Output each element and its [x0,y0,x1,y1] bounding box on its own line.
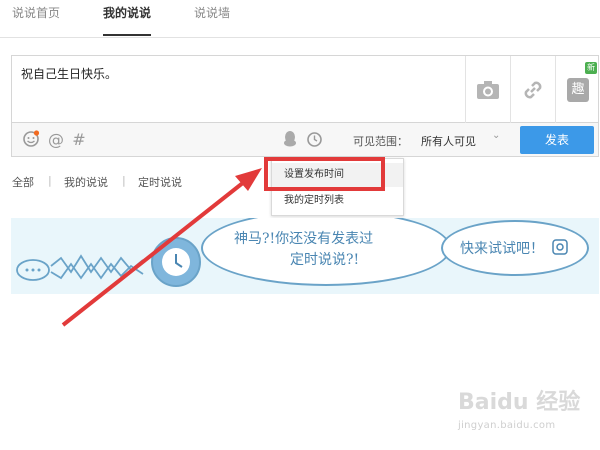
watermark-url: jingyan.baidu.com [458,420,556,431]
baidu-watermark: Baidu 经验 jingyan.baidu.com [452,376,592,436]
watermark-logo: Baidu 经验 [458,390,581,415]
